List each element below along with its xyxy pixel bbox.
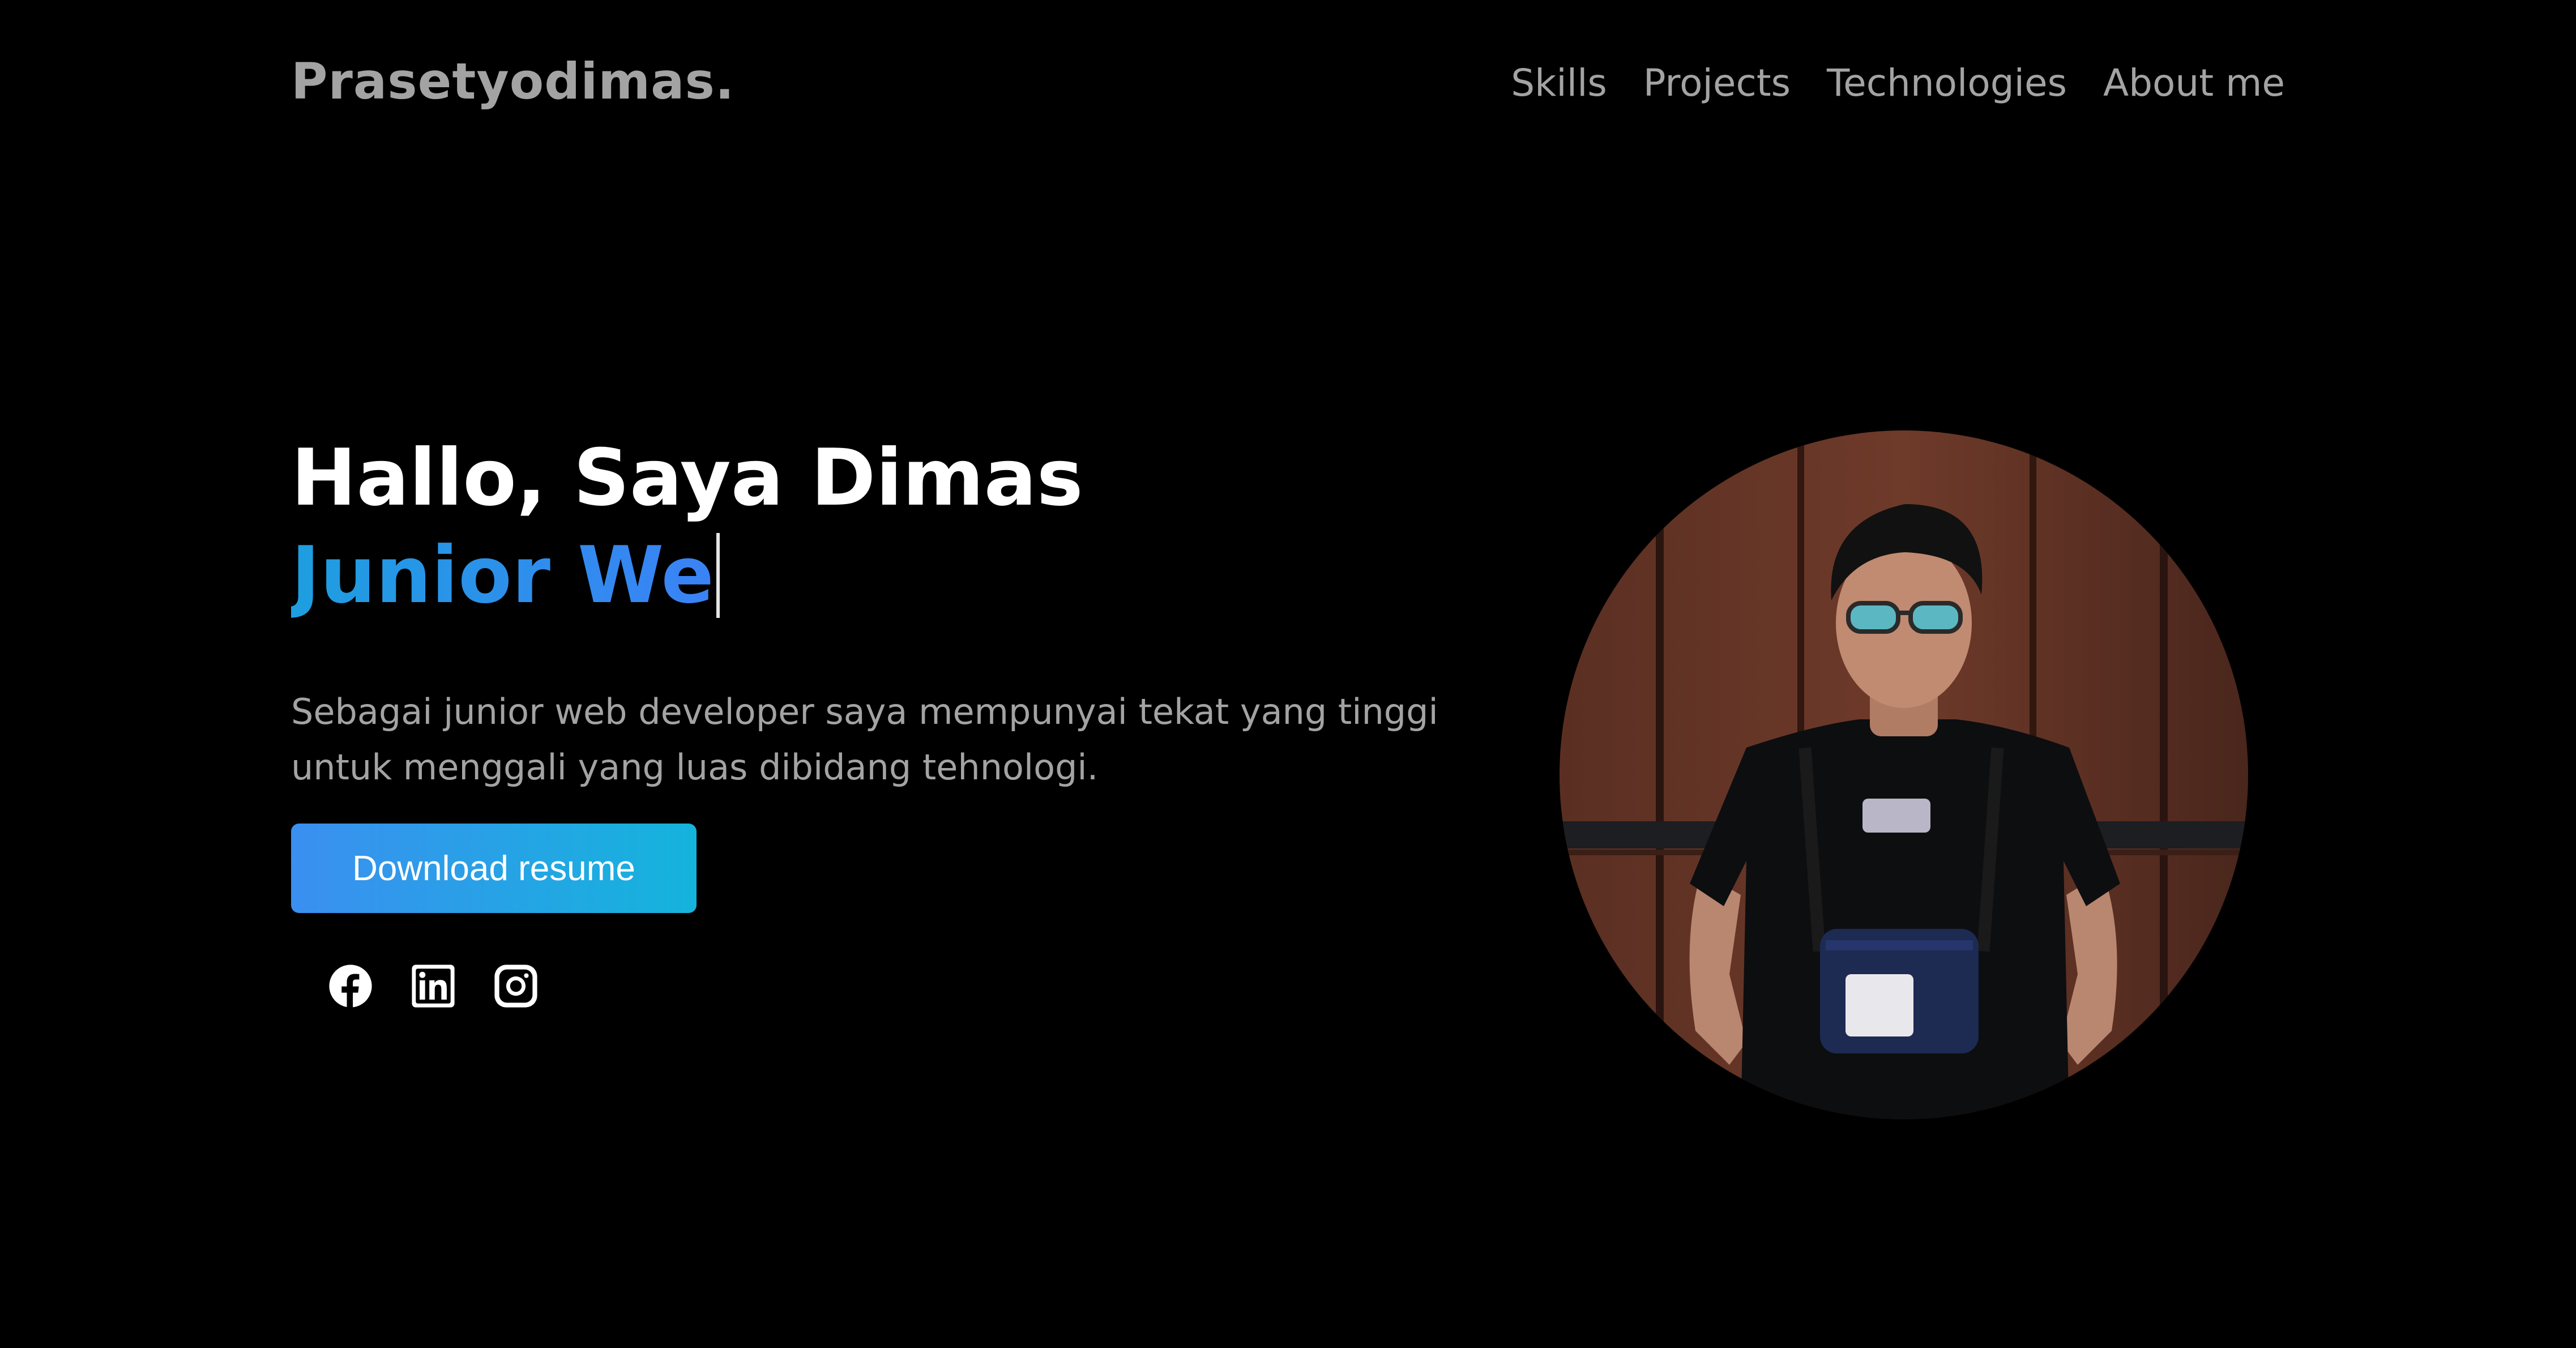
linkedin-link[interactable]	[410, 963, 456, 1009]
main-nav: Skills Projects Technologies About me	[1511, 61, 2285, 105]
facebook-icon	[329, 965, 372, 1009]
nav-item-projects[interactable]: Projects	[1643, 61, 1791, 105]
brand-logo[interactable]: Prasetyodimas.	[291, 52, 734, 110]
nav-item-technologies[interactable]: Technologies	[1827, 61, 2067, 105]
portfolio-page: Prasetyodimas. Skills Projects Technolog…	[0, 0, 2576, 1348]
instagram-icon	[494, 965, 537, 1008]
instagram-link[interactable]	[493, 963, 539, 1009]
profile-photo	[1560, 430, 2248, 1119]
hero-description: Sebagai junior web developer saya mempun…	[291, 691, 1438, 788]
social-links	[327, 963, 1514, 1009]
facebook-link[interactable]	[327, 963, 374, 1009]
nav-item-about-me[interactable]: About me	[2103, 61, 2285, 105]
hero-role-typed: Junior We	[291, 527, 714, 624]
profile-photo-illustration	[1560, 430, 2248, 1119]
download-resume-button[interactable]: Download resume	[291, 824, 697, 913]
hero-section: Hallo, Saya Dimas Junior We Sebagai juni…	[291, 429, 1514, 1009]
typing-caret	[716, 533, 720, 618]
linkedin-icon	[412, 965, 455, 1008]
hero-greeting: Hallo, Saya Dimas	[291, 432, 1083, 523]
hero-role-line: Junior We	[291, 527, 1514, 624]
nav-item-skills[interactable]: Skills	[1511, 61, 1607, 105]
